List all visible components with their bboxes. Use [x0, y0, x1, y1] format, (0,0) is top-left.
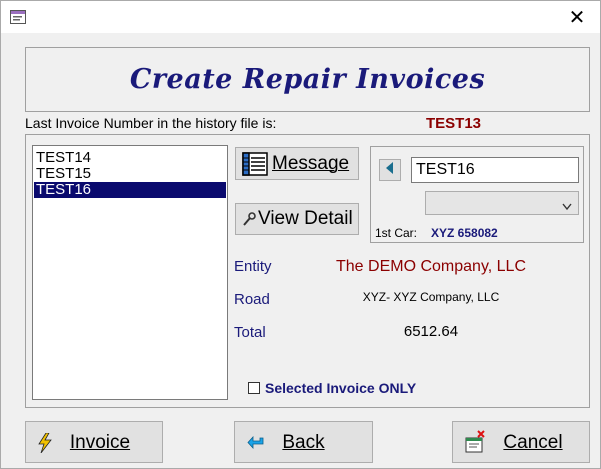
wrench-icon	[242, 211, 256, 227]
form-icon	[10, 10, 26, 24]
entity-value: The DEMO Company, LLC	[336, 258, 526, 275]
last-invoice-label: Last Invoice Number in the history file …	[25, 115, 277, 131]
arrow-left-icon	[385, 161, 395, 179]
close-icon: ✕	[568, 6, 586, 29]
total-value: 6512.64	[403, 323, 459, 340]
chevron-down-icon	[562, 198, 572, 216]
list-item-selected[interactable]: TEST16	[34, 182, 226, 198]
message-icon	[242, 151, 268, 176]
view-detail-button-label: View Detail	[258, 208, 353, 229]
selected-only-checkbox[interactable]	[248, 382, 260, 394]
title-bar: ✕	[1, 1, 600, 33]
invoice-button-label: Invoice	[69, 432, 131, 453]
invoice-list[interactable]: TEST14 TEST15 TEST16	[32, 145, 228, 400]
selected-only-option[interactable]: Selected Invoice ONLY	[248, 380, 416, 396]
header-panel: Create Repair Invoices	[25, 47, 590, 112]
back-button-label: Back	[282, 432, 325, 453]
back-button[interactable]: Back	[234, 421, 373, 463]
list-item[interactable]: TEST15	[34, 166, 226, 182]
close-button[interactable]: ✕	[554, 1, 600, 33]
first-car-label: 1st Car:	[375, 226, 418, 240]
invoice-button[interactable]: Invoice	[25, 421, 163, 463]
dialog-window: ✕ Create Repair Invoices Last Invoice Nu…	[0, 0, 601, 469]
list-item[interactable]: TEST14	[34, 150, 226, 166]
message-button-label: Message	[272, 152, 350, 174]
invoice-number-input[interactable]	[411, 157, 579, 183]
road-value: XYZ- XYZ Company, LLC	[362, 290, 500, 304]
entity-label: Entity	[234, 258, 272, 275]
previous-button[interactable]	[379, 159, 401, 181]
cancel-button-label: Cancel	[503, 432, 563, 453]
main-panel: TEST14 TEST15 TEST16 Message View Detail…	[25, 134, 590, 408]
message-button[interactable]: Message	[235, 147, 359, 180]
road-label: Road	[234, 291, 270, 308]
page-title: Create Repair Invoices	[129, 64, 486, 95]
cancel-button[interactable]: Cancel	[452, 421, 590, 463]
view-detail-button[interactable]: View Detail	[235, 203, 359, 235]
car-panel: 1st Car: XYZ 658082	[370, 146, 584, 243]
last-invoice-value: TEST13	[426, 115, 482, 132]
first-car-value: XYZ 658082	[431, 226, 498, 240]
selected-only-label: Selected Invoice ONLY	[265, 380, 417, 396]
car-select[interactable]	[425, 191, 579, 215]
total-label: Total	[234, 324, 266, 341]
